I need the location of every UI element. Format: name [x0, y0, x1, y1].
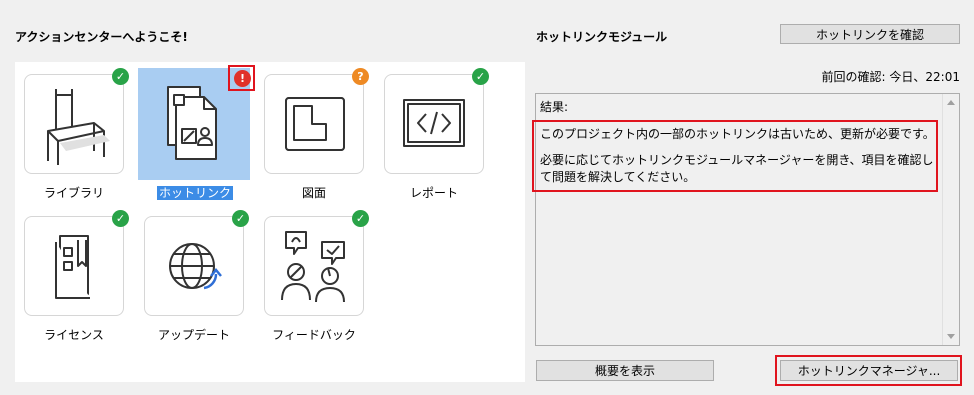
license-book-icon: [55, 235, 90, 299]
tile-label-report: レポート: [409, 186, 458, 200]
tile-label-library: ライブラリ: [43, 186, 104, 200]
tile-report[interactable]: [384, 74, 484, 174]
result-message-highlight: [532, 120, 938, 192]
tile-label-drawings: 図面: [301, 186, 326, 200]
scroll-down-icon[interactable]: [947, 334, 955, 339]
manager-button-highlight: [775, 355, 962, 386]
hotlink-document-icon: [167, 86, 217, 160]
tile-label-feedback: フィードバック: [272, 328, 356, 342]
result-label: 結果:: [540, 100, 569, 114]
tile-label-license: ライセンス: [44, 328, 104, 342]
feedback-people-icon: [281, 231, 345, 303]
report-ok-badge: ✓: [472, 68, 489, 85]
result-scrollbar[interactable]: [942, 94, 959, 345]
scroll-up-icon[interactable]: [947, 100, 955, 105]
tile-label-hotlink: ホットリンク: [156, 186, 233, 200]
drawings-warning-badge: ?: [352, 68, 369, 85]
globe-update-icon: [169, 243, 222, 290]
last-check-text: 前回の確認: 今日、22:01: [821, 70, 960, 84]
error-badge-highlight: [228, 65, 255, 91]
feedback-ok-badge: ✓: [352, 210, 369, 227]
library-ok-badge: ✓: [112, 68, 129, 85]
tile-drawings[interactable]: [264, 74, 364, 174]
hotlink-module-heading: ホットリンクモジュール: [536, 30, 668, 44]
drawing-sheet-icon: [285, 97, 345, 151]
code-report-icon: [403, 99, 465, 147]
tile-update[interactable]: [144, 216, 244, 316]
tile-label-update: アップデート: [157, 328, 230, 342]
tile-feedback[interactable]: [264, 216, 364, 316]
show-summary-button[interactable]: 概要を表示: [536, 360, 714, 381]
update-ok-badge: ✓: [232, 210, 249, 227]
license-ok-badge: ✓: [112, 210, 129, 227]
chair-icon: [47, 89, 110, 165]
tile-license[interactable]: [24, 216, 124, 316]
tile-library[interactable]: [24, 74, 124, 174]
action-center-heading: アクションセンターへようこそ!: [15, 30, 188, 44]
check-hotlinks-button[interactable]: ホットリンクを確認: [780, 24, 960, 44]
